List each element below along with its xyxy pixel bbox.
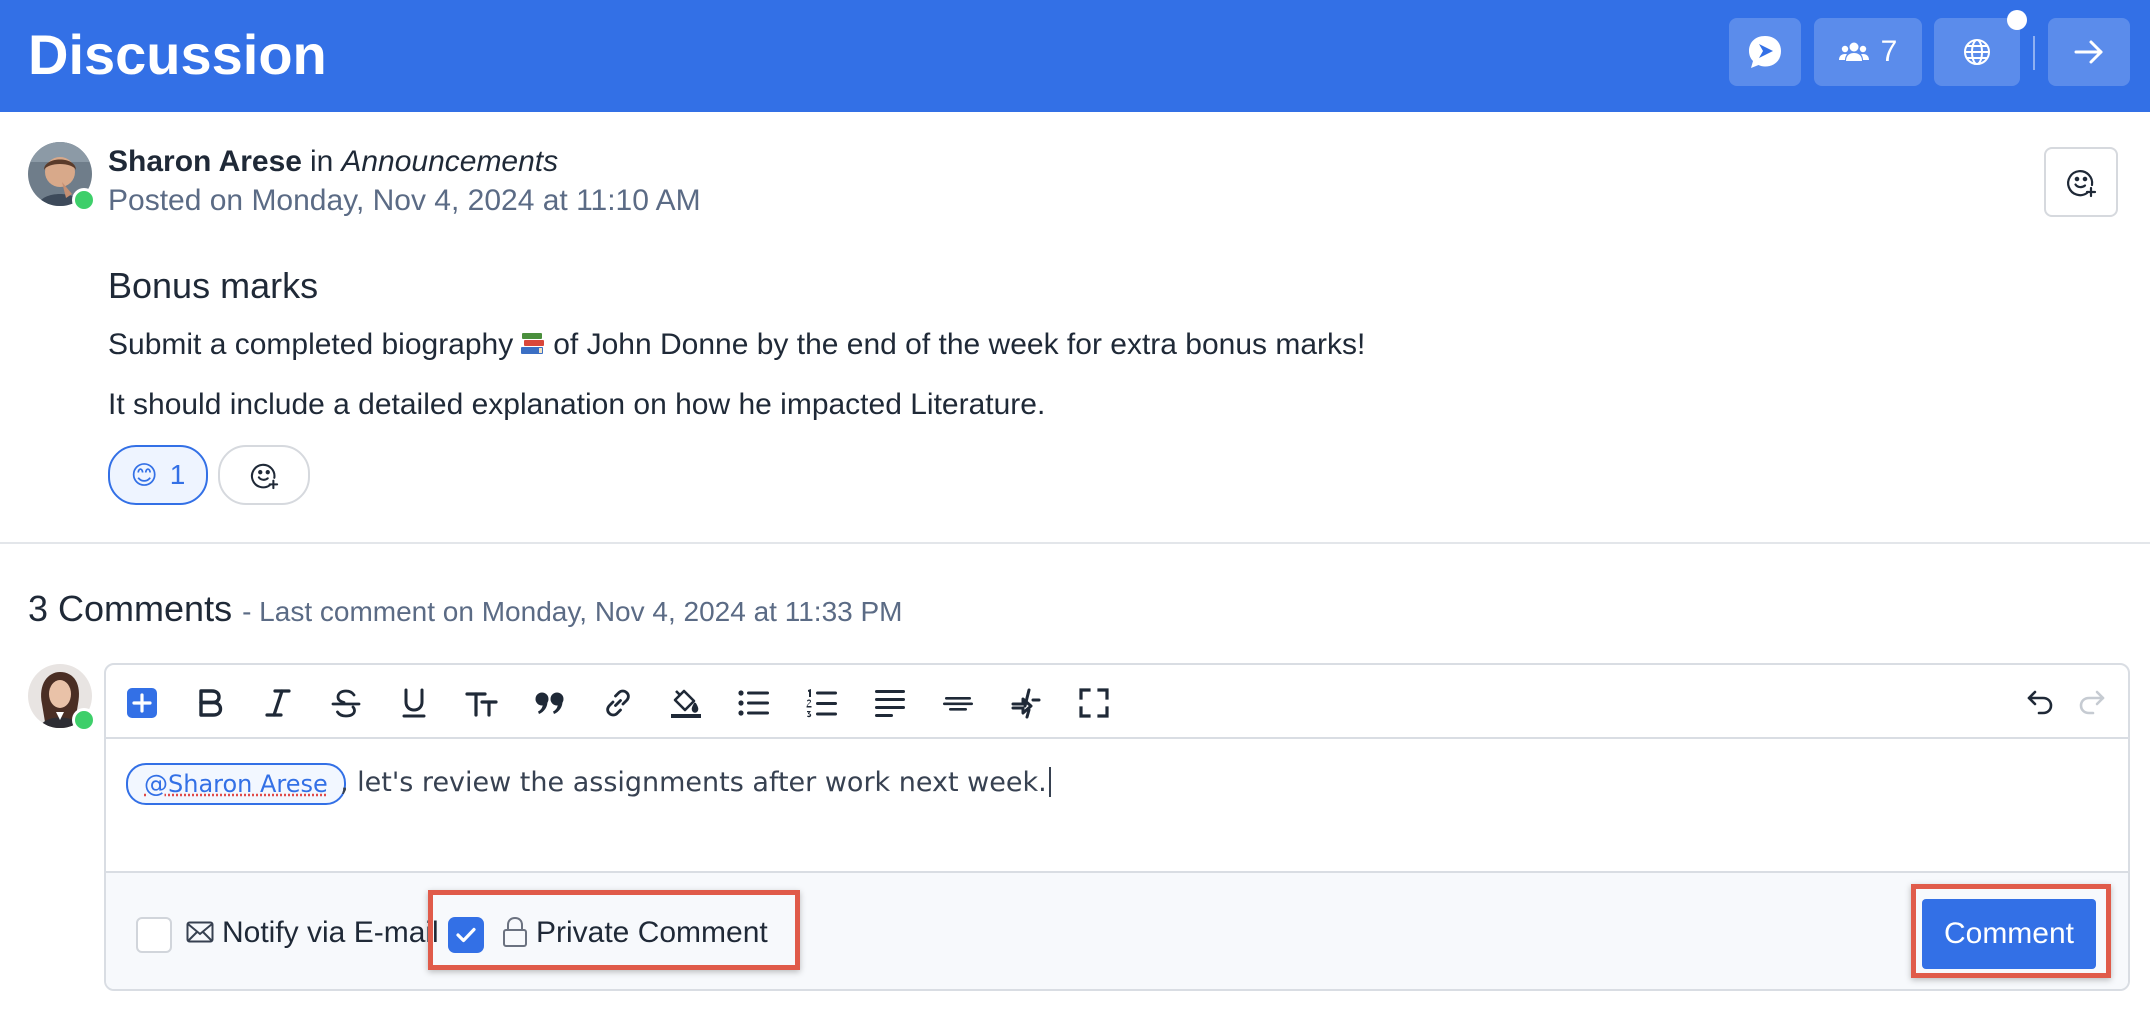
clear-format-icon	[1011, 688, 1041, 719]
author-name[interactable]: Sharon Arese	[108, 145, 302, 178]
comments-heading: 3 Comments - Last comment on Monday, Nov …	[28, 586, 903, 640]
private-comment-highlight	[428, 890, 800, 970]
post-body-line-1: Submit a completed biography of John Don…	[108, 328, 1366, 361]
online-status	[72, 708, 96, 732]
comment-text-area[interactable]: @Sharon Arese , let's review the assignm…	[106, 739, 2128, 869]
mention-tag[interactable]: @Sharon Arese	[126, 763, 346, 805]
undo-icon	[2027, 690, 2053, 715]
post-timestamp: Posted on Monday, Nov 4, 2024 at 11:10 A…	[108, 184, 701, 217]
books-icon	[521, 333, 545, 354]
redo-icon	[2079, 690, 2105, 715]
comment-button-highlight	[1911, 884, 2111, 978]
smile-emoji-icon: 😊	[130, 459, 158, 490]
exit-button[interactable]	[2048, 18, 2130, 86]
fullscreen-button[interactable]	[1074, 683, 1114, 723]
link-button[interactable]	[598, 683, 638, 723]
add-reaction-button[interactable]	[2044, 147, 2118, 217]
insert-button[interactable]	[122, 683, 162, 723]
editor-toolbar	[106, 665, 2128, 739]
reaction-count: 1	[169, 459, 186, 490]
italic-button[interactable]	[258, 683, 298, 723]
reaction-smile[interactable]: 😊 1	[108, 445, 208, 505]
forum-name[interactable]: Announcements	[341, 145, 558, 178]
comments-count: 3 Comments	[28, 588, 233, 629]
users-icon	[1838, 42, 1869, 61]
participants-count: 7	[1880, 35, 1898, 68]
add-reaction-pill[interactable]	[218, 445, 310, 505]
strikethrough-button[interactable]	[326, 683, 366, 723]
chat-button[interactable]	[1729, 18, 1801, 86]
mail-icon	[186, 921, 214, 943]
notify-email-checkbox[interactable]	[136, 917, 172, 953]
horizontal-rule-button[interactable]	[938, 683, 978, 723]
comment-editor: @Sharon Arese , let's review the assignm…	[104, 663, 2130, 991]
arrow-right-icon	[2074, 40, 2103, 64]
text-size-icon	[465, 692, 498, 717]
post-title: Bonus marks	[108, 265, 319, 306]
app-header: Discussion 7	[0, 0, 2150, 112]
strikethrough-icon	[331, 689, 361, 718]
text-size-button[interactable]	[462, 683, 502, 723]
header-divider	[2033, 36, 2035, 70]
fullscreen-icon	[1079, 688, 1109, 718]
paint-bucket-icon	[671, 689, 701, 718]
quote-icon	[535, 692, 564, 714]
align-left-icon	[875, 690, 905, 717]
chat-icon	[1749, 36, 1781, 68]
language-button[interactable]	[1934, 18, 2020, 86]
horizontal-rule-icon	[943, 697, 973, 711]
section-divider	[0, 542, 2150, 544]
online-status	[72, 188, 96, 212]
last-comment-info: - Last comment on Monday, Nov 4, 2024 at…	[242, 596, 903, 627]
link-icon	[606, 689, 630, 717]
emoji-add-icon	[250, 463, 279, 490]
blockquote-button[interactable]	[530, 683, 570, 723]
underline-button[interactable]	[394, 683, 434, 723]
clear-format-button[interactable]	[1006, 683, 1046, 723]
notification-dot	[2007, 10, 2027, 30]
highlight-button[interactable]	[666, 683, 706, 723]
emoji-add-icon	[2067, 170, 2097, 198]
post-body-line-2: It should include a detailed explanation…	[108, 388, 1046, 421]
bullet-list-icon	[738, 690, 769, 716]
participants-button[interactable]: 7	[1814, 18, 1922, 86]
text-caret	[1048, 767, 1051, 797]
undo-button[interactable]	[2020, 683, 2060, 723]
underline-icon	[402, 688, 426, 718]
numbered-list-icon	[806, 689, 837, 718]
numbered-list-button[interactable]	[802, 683, 842, 723]
italic-icon	[265, 689, 291, 717]
bullet-list-button[interactable]	[734, 683, 774, 723]
page-title: Discussion	[28, 23, 327, 86]
plus-square-icon	[127, 688, 157, 718]
bold-icon	[199, 689, 223, 717]
align-button[interactable]	[870, 683, 910, 723]
notify-email-label[interactable]: Notify via E-mail	[222, 913, 438, 953]
globe-icon	[1964, 39, 1990, 65]
post-author-line: Sharon Arese in Announcements	[108, 142, 558, 182]
editor-footer: Notify via E-mail Private Comment Commen…	[106, 871, 2128, 989]
in-label: in	[309, 145, 334, 178]
comment-text: , let's review the assignments after wor…	[340, 763, 1051, 803]
redo-button[interactable]	[2072, 683, 2112, 723]
bold-button[interactable]	[190, 683, 230, 723]
